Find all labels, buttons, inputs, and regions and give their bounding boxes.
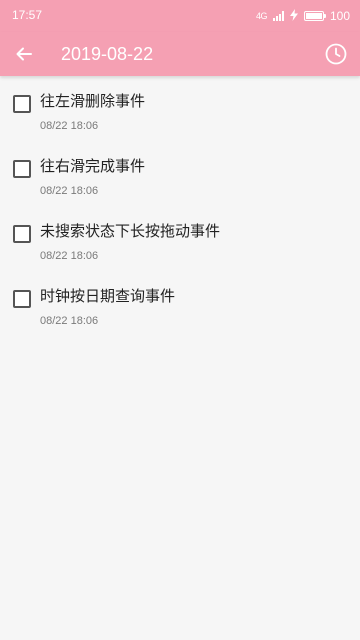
clock-icon [325, 43, 347, 65]
task-checkbox[interactable] [13, 290, 31, 308]
screen: 17:57 4G 100 2019-08-22 往左滑删除事件 08/22 18… [0, 0, 360, 640]
status-bar: 17:57 4G 100 [0, 0, 360, 32]
clock-button[interactable] [324, 42, 348, 66]
list-item[interactable]: 时钟按日期查询事件 08/22 18:06 [0, 271, 360, 336]
task-list: 往左滑删除事件 08/22 18:06 往右滑完成事件 08/22 18:06 … [0, 76, 360, 336]
task-date: 08/22 18:06 [40, 315, 99, 327]
task-checkbox[interactable] [13, 95, 31, 113]
page-title: 2019-08-22 [61, 44, 154, 64]
task-date: 08/22 18:06 [40, 250, 99, 262]
charging-icon [289, 8, 298, 24]
battery-level: 100 [329, 9, 350, 23]
task-title: 往右滑完成事件 [40, 157, 146, 175]
back-button[interactable] [12, 42, 36, 66]
app-bar: 2019-08-22 [0, 32, 360, 76]
list-item[interactable]: 未搜索状态下长按拖动事件 08/22 18:06 [0, 206, 360, 271]
status-icons: 4G 100 [256, 7, 350, 25]
status-time: 17:57 [12, 8, 43, 22]
network-type: 4G [255, 11, 268, 21]
task-checkbox[interactable] [13, 225, 31, 243]
signal-icon [272, 11, 284, 21]
task-checkbox[interactable] [13, 160, 31, 178]
task-title: 往左滑删除事件 [40, 92, 146, 110]
list-item[interactable]: 往右滑完成事件 08/22 18:06 [0, 141, 360, 206]
list-item[interactable]: 往左滑删除事件 08/22 18:06 [0, 76, 360, 141]
arrow-left-icon [16, 47, 32, 61]
task-title: 未搜索状态下长按拖动事件 [40, 222, 221, 240]
task-title: 时钟按日期查询事件 [40, 287, 176, 305]
battery-icon [303, 11, 326, 21]
task-date: 08/22 18:06 [40, 185, 99, 197]
task-date: 08/22 18:06 [40, 120, 99, 132]
